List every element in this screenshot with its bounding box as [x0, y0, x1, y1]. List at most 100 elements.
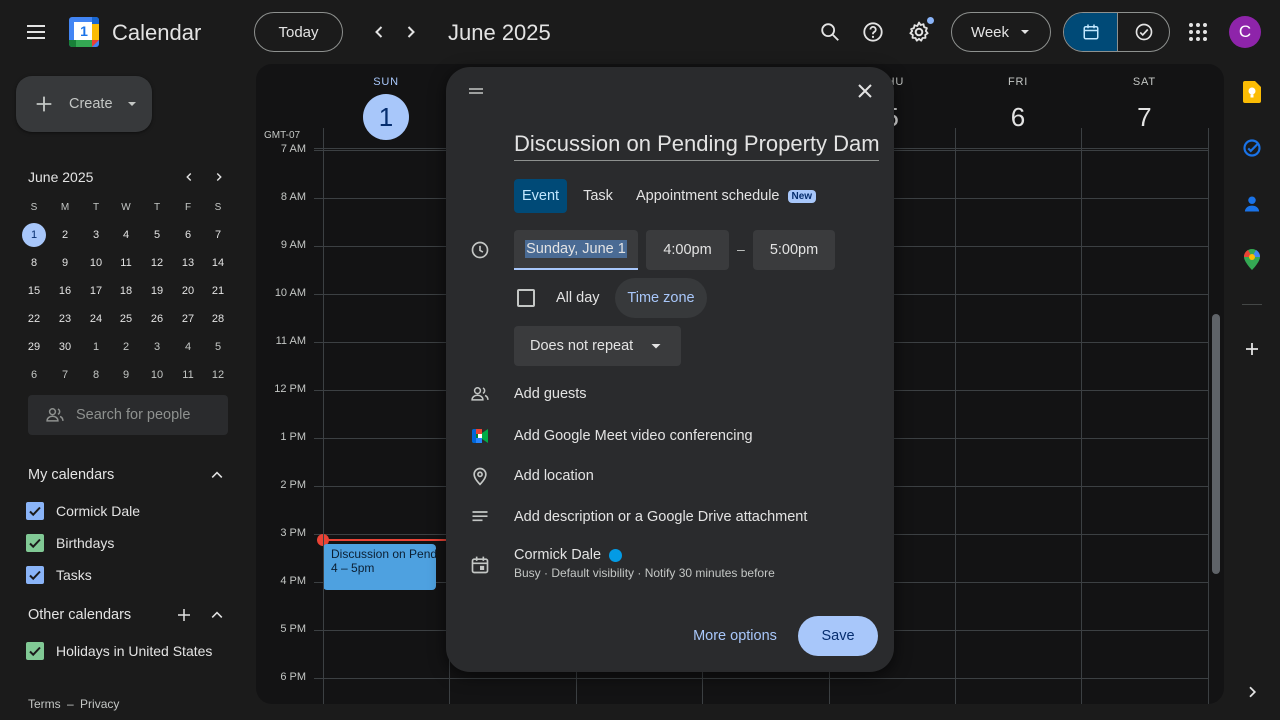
mini-day[interactable]: 28 [206, 307, 230, 331]
mini-day[interactable]: 6 [176, 223, 200, 247]
settings-button[interactable] [899, 12, 939, 52]
mini-day-today[interactable]: 1 [22, 223, 46, 247]
mini-day[interactable]: 30 [53, 335, 77, 359]
date-picker[interactable]: Sunday, June 1 [514, 230, 638, 270]
mini-day[interactable]: 14 [206, 251, 230, 275]
event-chip[interactable]: Discussion on Pending Property Damage4 –… [323, 544, 436, 590]
save-button[interactable]: Save [798, 616, 878, 656]
tab-task[interactable]: Task [574, 179, 622, 213]
help-button[interactable] [853, 12, 893, 52]
mini-day[interactable]: 8 [84, 363, 108, 387]
add-description[interactable]: Add description or a Google Drive attach… [514, 509, 807, 525]
mini-day[interactable]: 2 [53, 223, 77, 247]
show-side-panel-button[interactable] [1236, 676, 1268, 708]
close-dialog-button[interactable] [845, 71, 885, 111]
mini-day[interactable]: 5 [145, 223, 169, 247]
mini-day[interactable]: 7 [53, 363, 77, 387]
all-day-checkbox[interactable] [517, 289, 535, 307]
mini-day[interactable]: 22 [22, 307, 46, 331]
today-button[interactable]: Today [254, 12, 343, 52]
mini-day[interactable]: 25 [114, 307, 138, 331]
privacy-link[interactable]: Privacy [80, 697, 119, 711]
mini-day[interactable]: 6 [22, 363, 46, 387]
next-week-button[interactable] [391, 12, 431, 52]
calendar-checkbox[interactable] [26, 642, 44, 660]
mini-day[interactable]: 21 [206, 279, 230, 303]
time-zone-button[interactable]: Time zone [615, 278, 707, 318]
mini-day[interactable]: 11 [176, 363, 200, 387]
calendar-checkbox[interactable] [26, 502, 44, 520]
mini-next-month-button[interactable] [206, 164, 232, 190]
mini-day[interactable]: 9 [114, 363, 138, 387]
create-button[interactable]: Create [16, 76, 152, 132]
mini-day[interactable]: 16 [53, 279, 77, 303]
mini-day[interactable]: 27 [176, 307, 200, 331]
mini-day[interactable]: 15 [22, 279, 46, 303]
add-google-meet[interactable]: Add Google Meet video conferencing [514, 428, 753, 444]
calendar-logo[interactable]: 1 [68, 16, 100, 48]
tasks-view-toggle[interactable] [1118, 13, 1169, 51]
calendar-checkbox[interactable] [26, 534, 44, 552]
mini-day[interactable]: 4 [114, 223, 138, 247]
mini-day[interactable]: 20 [176, 279, 200, 303]
my-calendars-collapse[interactable] [204, 462, 230, 488]
mini-day[interactable]: 10 [84, 251, 108, 275]
start-time-picker[interactable]: 4:00pm [646, 230, 729, 270]
calendar-owner-selector[interactable]: Cormick Dale Busy · Default visibility ·… [514, 547, 814, 587]
other-calendars-collapse[interactable] [204, 602, 230, 628]
mini-day[interactable]: 10 [145, 363, 169, 387]
calendar-list-item[interactable]: Cormick Dale [26, 499, 140, 523]
mini-day[interactable]: 1 [84, 335, 108, 359]
search-button[interactable] [810, 12, 850, 52]
mini-prev-month-button[interactable] [176, 164, 202, 190]
terms-link[interactable]: Terms [28, 697, 61, 711]
calendar-list-item[interactable]: Tasks [26, 563, 92, 587]
mini-day[interactable]: 13 [176, 251, 200, 275]
mini-day[interactable]: 7 [206, 223, 230, 247]
mini-day[interactable]: 19 [145, 279, 169, 303]
add-location[interactable]: Add location [514, 468, 594, 484]
keep-app-button[interactable] [1236, 76, 1268, 108]
tab-appointment-schedule[interactable]: Appointment schedule New [630, 179, 840, 213]
drag-handle[interactable] [468, 87, 484, 95]
account-avatar[interactable]: C [1229, 16, 1261, 48]
mini-day[interactable]: 8 [22, 251, 46, 275]
repeat-dropdown[interactable]: Does not repeat [514, 326, 681, 366]
help-icon [863, 22, 883, 42]
mini-day[interactable]: 3 [145, 335, 169, 359]
view-selector[interactable]: Week [951, 12, 1051, 52]
maps-app-button[interactable] [1236, 244, 1268, 276]
mini-day[interactable]: 29 [22, 335, 46, 359]
mini-day[interactable]: 23 [53, 307, 77, 331]
contacts-app-button[interactable] [1236, 188, 1268, 220]
mini-day[interactable]: 5 [206, 335, 230, 359]
calendar-view-toggle[interactable] [1064, 13, 1117, 51]
tasks-app-button[interactable] [1236, 132, 1268, 164]
mini-day[interactable]: 11 [114, 251, 138, 275]
get-addons-button[interactable] [1236, 333, 1268, 365]
calendar-list-item[interactable]: Holidays in United States [26, 639, 212, 663]
mini-day[interactable]: 4 [176, 335, 200, 359]
google-apps-button[interactable] [1178, 12, 1218, 52]
grid-scrollbar[interactable] [1212, 314, 1220, 574]
mini-day[interactable]: 17 [84, 279, 108, 303]
mini-day[interactable]: 12 [206, 363, 230, 387]
main-menu-button[interactable] [16, 12, 56, 52]
add-guests[interactable]: Add guests [514, 386, 587, 402]
mini-day[interactable]: 24 [84, 307, 108, 331]
calendar-checkbox[interactable] [26, 566, 44, 584]
add-other-calendar-button[interactable] [171, 602, 197, 628]
mini-day[interactable]: 3 [84, 223, 108, 247]
mini-day[interactable]: 12 [145, 251, 169, 275]
my-calendars-heading[interactable]: My calendars [28, 467, 114, 483]
more-options-button[interactable]: More options [682, 616, 788, 656]
mini-day[interactable]: 18 [114, 279, 138, 303]
end-time-picker[interactable]: 5:00pm [753, 230, 835, 270]
mini-day[interactable]: 26 [145, 307, 169, 331]
tab-event[interactable]: Event [514, 179, 567, 213]
event-title-input[interactable]: Discussion on Pending Property Damage [514, 127, 879, 161]
mini-day[interactable]: 9 [53, 251, 77, 275]
mini-day[interactable]: 2 [114, 335, 138, 359]
calendar-list-item[interactable]: Birthdays [26, 531, 114, 555]
search-people[interactable]: Search for people [28, 395, 228, 435]
